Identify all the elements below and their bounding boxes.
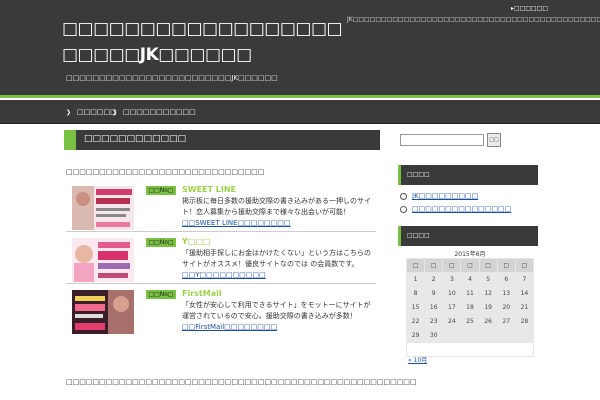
calendar-weekday: □ (496, 258, 516, 273)
calendar-weekday: □ (442, 258, 462, 273)
calendar-day (496, 328, 516, 343)
site-row-sweetline: □□No□ SWEET LINE 掲示板に毎日多数の援助交際の書き込みがある一押… (66, 184, 376, 232)
intro-text: □□□□□□□□□□□□□□□□□□□□□□□□□□□□□□ (66, 168, 265, 176)
site-name[interactable]: FirstMail (182, 289, 222, 298)
calendar-day: 25 (460, 314, 480, 329)
calendar-day (442, 328, 462, 343)
calendar-day: 9 (424, 286, 444, 301)
calendar-table: □ □ □ □ □ □ □ 1 2 3 4 5 6 7 8 9 10 11 12… (405, 258, 535, 357)
site-description: 「援助相手探しにお金はかけたくない」という方はこちらのサイトがオススメ！優良サイ… (182, 249, 371, 268)
calendar-day (478, 328, 498, 343)
y-banner-image[interactable] (72, 238, 134, 282)
site-description: □□□□□□□□□□□□□□□□□□□□□□□□□JK□□□□□□ (66, 74, 278, 82)
search-input[interactable] (400, 134, 484, 146)
calendar-day: 7 (514, 272, 535, 287)
calendar-day: 10 (442, 286, 462, 301)
calendar-day: 13 (496, 286, 516, 301)
site-header: □□□□□□□□□□□□□□□□□□□□□□□JK□□□□□□ □□□□□□□□… (0, 0, 600, 98)
calendar-day (514, 328, 535, 343)
page-title: □□□□□□□□□□□□ (64, 130, 380, 150)
calendar-caption: 2015年6月 (454, 251, 486, 258)
calendar-day: 16 (424, 300, 444, 315)
calendar-day: 11 (460, 286, 480, 301)
widget-list-item[interactable]: JK□□□□□□□□□ (400, 192, 478, 200)
calendar-weekday: □ (424, 258, 444, 273)
widget-title-pages: □□□□ (398, 165, 538, 185)
header-top-link[interactable]: □□□□□□ (511, 5, 548, 12)
calendar-day: 20 (496, 300, 516, 315)
site-rank-badge: □□No□ (146, 186, 176, 195)
calendar-day: 30 (424, 328, 444, 343)
calendar-day: 28 (514, 314, 535, 329)
calendar-weekday: □ (478, 258, 498, 273)
site-title[interactable]: □□□□□□□□□□□□□□□□□□□□□□□JK□□□□□□ (62, 16, 352, 68)
calendar-day: 22 (405, 314, 426, 329)
calendar-day: 26 (478, 314, 498, 329)
calendar-day: 4 (460, 272, 480, 287)
calendar-day (460, 328, 480, 343)
calendar-day: 2 (424, 272, 444, 287)
calendar-day: 1 (405, 272, 426, 287)
calendar-weekday: □ (405, 258, 426, 273)
calendar-day: 23 (424, 314, 444, 329)
footer-text: □□□□□□□□□□□□□□□□□□□□□□□□□□□□□□□□□□□□□□□□… (66, 378, 417, 386)
site-detail-link[interactable]: □□Y□□□□□□□□□□ (182, 271, 266, 279)
widget-title-calendar: □□□□ (398, 226, 538, 246)
site-description: 掲示板に毎日多数の援助交際の書き込みがある一押しのサイト！恋人募集から援助交際ま… (182, 197, 371, 216)
calendar-day: 24 (442, 314, 462, 329)
calendar-day: 6 (496, 272, 516, 287)
calendar-day: 27 (496, 314, 516, 329)
nav-item-about[interactable]: □□□□□□□□□□□ (112, 108, 196, 116)
main-nav: □□□□□□ □□□□□□□□□□□ (0, 100, 600, 124)
calendar-day: 17 (442, 300, 462, 315)
calendar-prev-link[interactable]: « 10月 (408, 355, 427, 364)
calendar-day: 3 (442, 272, 462, 287)
site-detail-link[interactable]: □□SWEET LINE□□□□□□□□ (182, 219, 290, 227)
calendar-day: 12 (478, 286, 498, 301)
calendar-day: 5 (478, 272, 498, 287)
calendar-day: 21 (514, 300, 535, 315)
site-description: 「女性が安心して利用できるサイト」をモットーにサイトが運営されているので安心。援… (182, 301, 371, 320)
site-rank-badge: □□No□ (146, 290, 176, 299)
widget-list-item[interactable]: □□□□□□□□□□□□□□□ (400, 205, 511, 213)
calendar-day: 15 (405, 300, 426, 315)
calendar-day: 19 (478, 300, 498, 315)
sweetline-banner-image[interactable] (72, 186, 134, 230)
firstmail-banner-image[interactable] (72, 290, 134, 334)
nav-item-home[interactable]: □□□□□□ (66, 108, 117, 116)
header-note: JK□□□□□□□□□□□□□□□□□□□□□□□□□□□□□□□□□□□□□□… (347, 16, 600, 23)
site-rank-badge: □□No□ (146, 238, 176, 247)
calendar-day: 8 (405, 286, 426, 301)
calendar-day: 29 (405, 328, 426, 343)
site-row-y: □□No□ Y□□□ 「援助相手探しにお金はかけたくない」という方はこちらのサイ… (66, 236, 376, 284)
site-row-firstmail: □□No□ FirstMail 「女性が安心して利用できるサイト」をモットーにサ… (66, 288, 376, 336)
calendar-day: 18 (460, 300, 480, 315)
calendar-day: 14 (514, 286, 535, 301)
calendar-weekday: □ (460, 258, 480, 273)
site-name[interactable]: Y□□□ (182, 237, 210, 246)
site-detail-link[interactable]: □□FirstMail□□□□□□□□ (182, 323, 277, 331)
search-button[interactable]: □□ (487, 133, 501, 147)
calendar-weekday: □ (514, 258, 535, 273)
site-name[interactable]: SWEET LINE (182, 185, 236, 194)
